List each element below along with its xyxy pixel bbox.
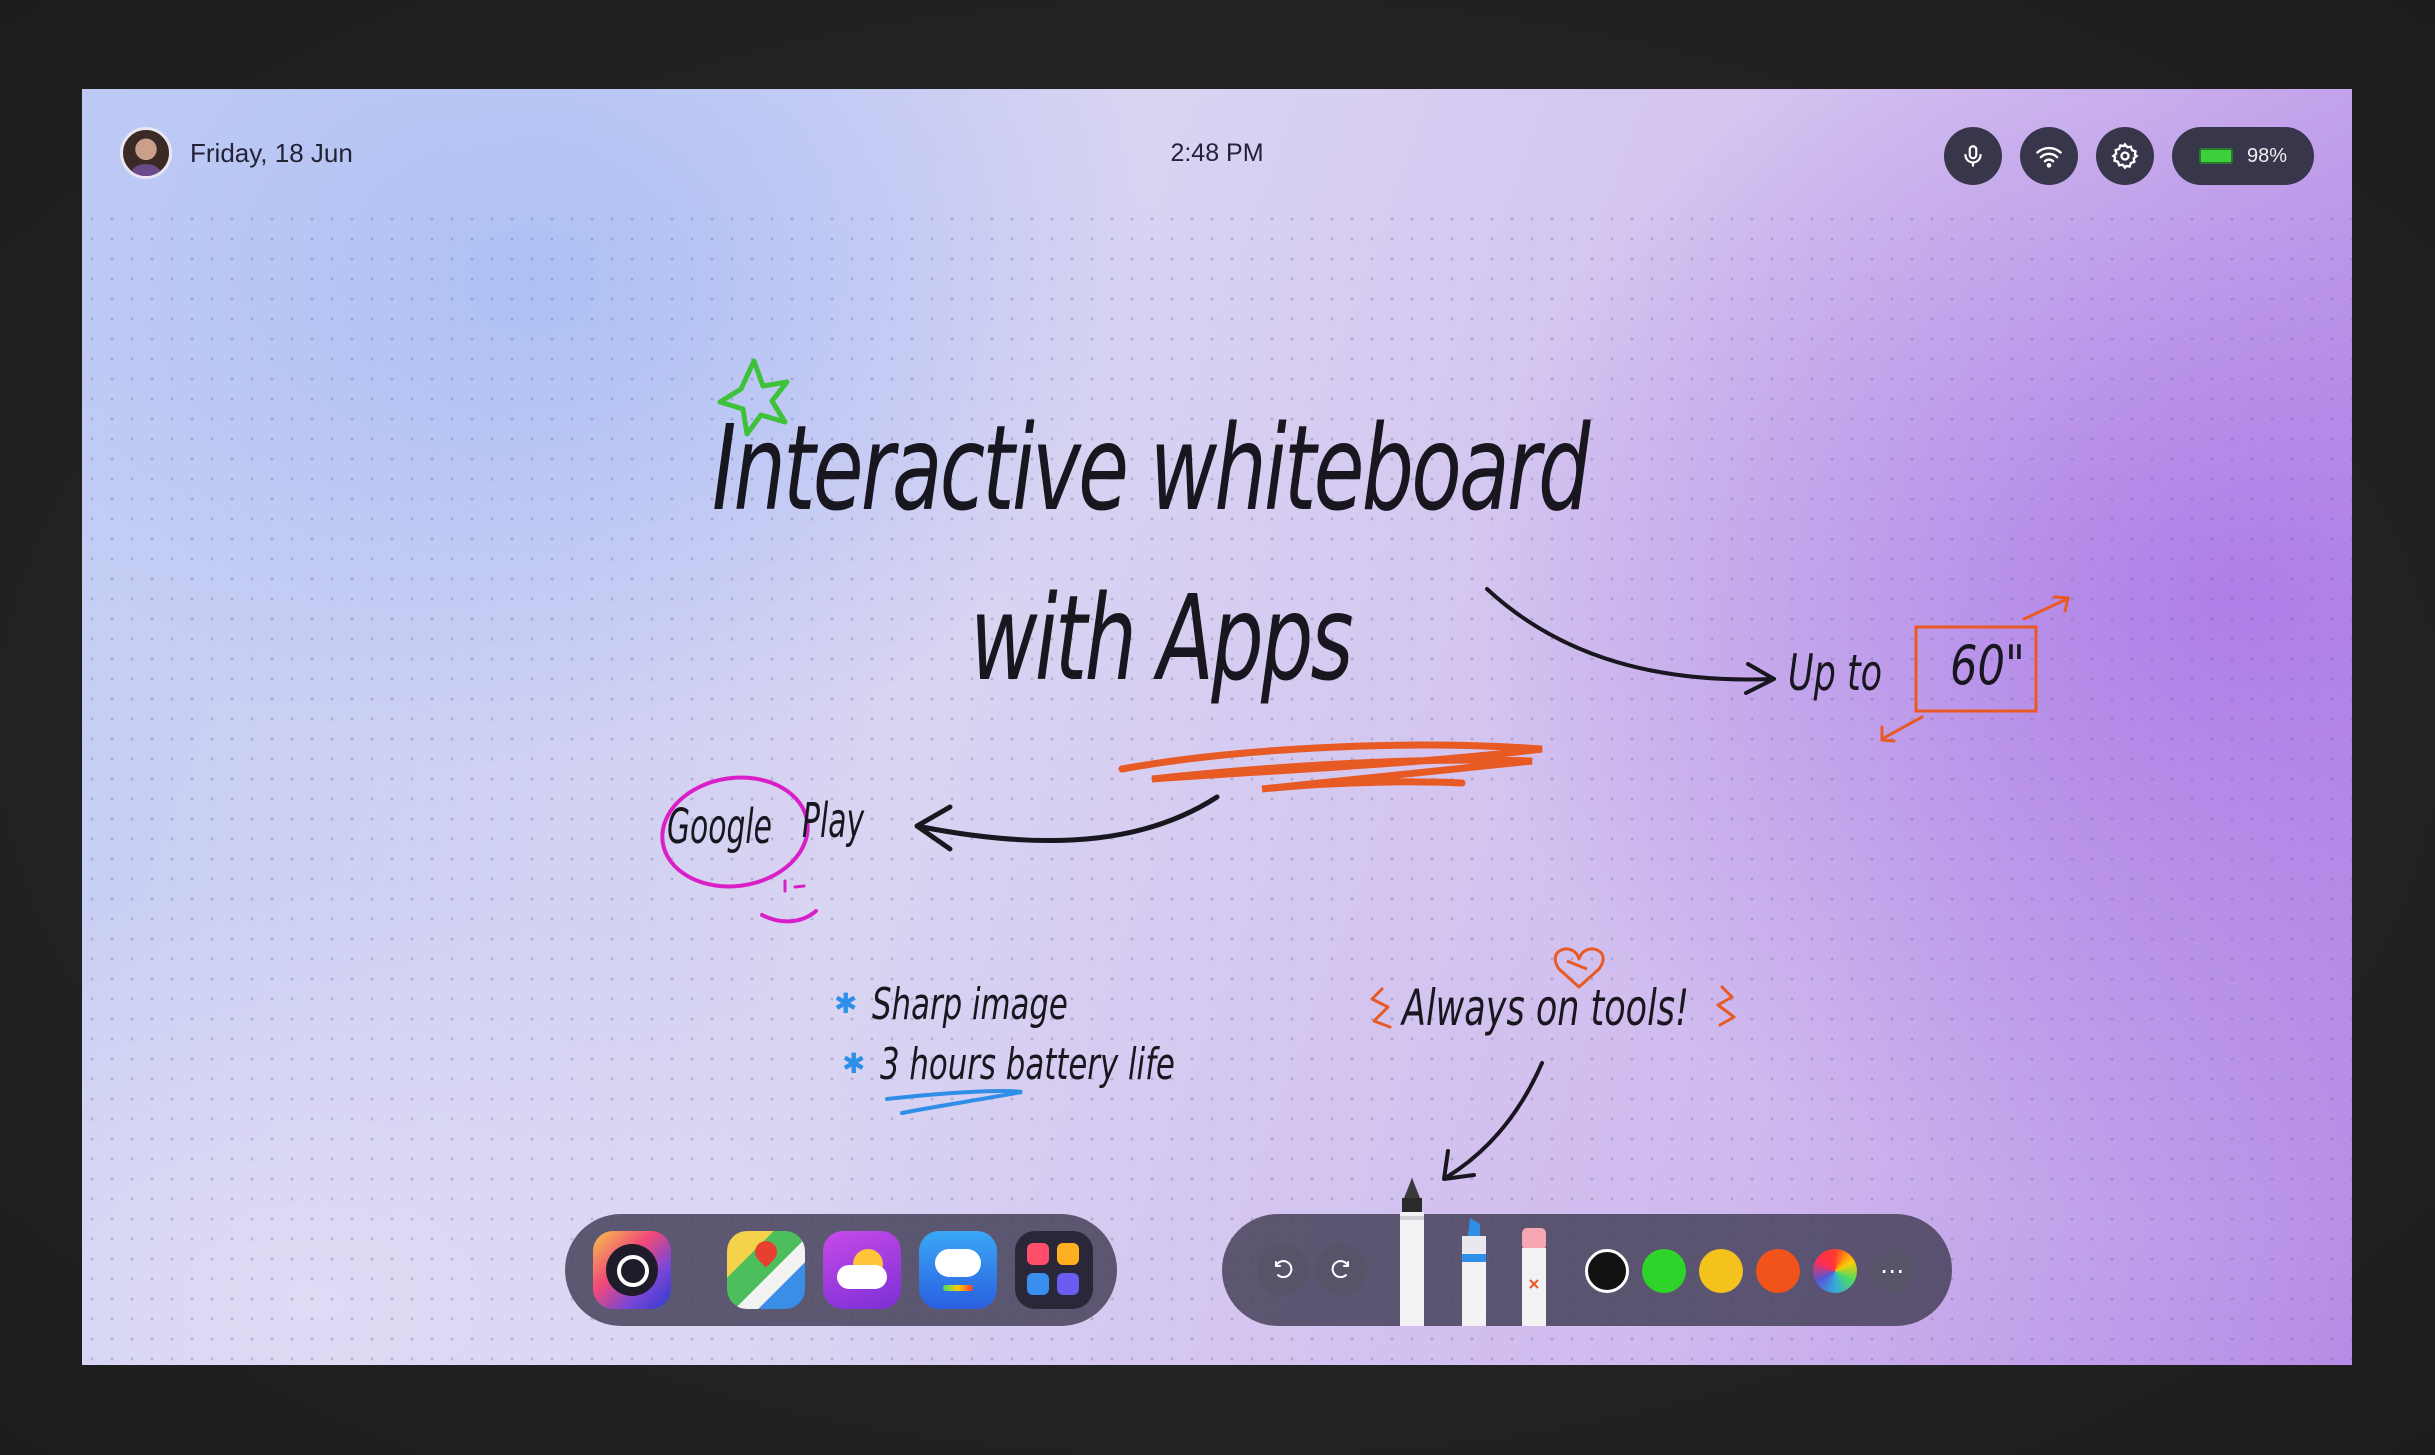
blue-asterisk-icon: ✱ <box>842 1047 866 1080</box>
arrow-to-tools <box>1445 1061 1544 1179</box>
spark-left <box>1370 987 1392 1029</box>
more-options-button[interactable]: ⋯ <box>1870 1249 1914 1293</box>
size-note-value: 60" <box>1950 634 2025 697</box>
orange-underline-scribble <box>1118 741 1543 793</box>
color-swatch-orange[interactable] <box>1756 1249 1800 1293</box>
arrow-to-size <box>1485 587 1774 682</box>
tool-dock: ⋯ <box>1222 1178 1952 1326</box>
arrow-to-store <box>919 794 1220 844</box>
headline-line-1: Interactive whiteboard <box>712 399 1590 537</box>
undo-button[interactable] <box>1257 1244 1309 1296</box>
feature-note-2: 3 hours battery life <box>880 1039 1175 1090</box>
feature-note-1: Sharp image <box>872 979 1068 1030</box>
utilities-folder-icon[interactable] <box>1015 1231 1093 1309</box>
color-swatch-yellow[interactable] <box>1699 1249 1743 1293</box>
redo-button[interactable] <box>1315 1244 1367 1296</box>
headline-line-2: with Apps <box>970 569 1354 707</box>
more-icon: ⋯ <box>1880 1257 1904 1285</box>
color-swatch-green[interactable] <box>1642 1249 1686 1293</box>
cloud-app-icon[interactable] <box>919 1231 997 1309</box>
spark-right <box>1716 985 1736 1027</box>
highlighter-tool[interactable] <box>1456 1216 1492 1326</box>
tools-note: Always on tools! <box>1402 979 1690 1037</box>
ink-annotations <box>660 358 2070 1181</box>
marker-pen-tool[interactable] <box>1394 1176 1430 1326</box>
blue-underline <box>885 1088 1023 1115</box>
camera-app-icon[interactable] <box>593 1231 671 1309</box>
eraser-tool[interactable] <box>1516 1226 1552 1326</box>
size-note-prefix: Up to <box>1788 644 1883 702</box>
blue-asterisk-icon: ✱ <box>834 987 858 1020</box>
store-note-play: Play <box>802 793 865 849</box>
app-dock <box>565 1214 1117 1326</box>
whiteboard-screen[interactable]: Friday, 18 Jun 2:48 PM 98% Interactive w… <box>82 89 2352 1365</box>
color-swatch-black[interactable] <box>1585 1249 1629 1293</box>
maps-app-icon[interactable] <box>727 1231 805 1309</box>
undo-icon <box>1275 1260 1293 1279</box>
redo-icon <box>1331 1260 1349 1279</box>
color-picker-rainbow[interactable] <box>1813 1249 1857 1293</box>
weather-app-icon[interactable] <box>823 1231 901 1309</box>
store-note-google: Google <box>667 799 772 855</box>
